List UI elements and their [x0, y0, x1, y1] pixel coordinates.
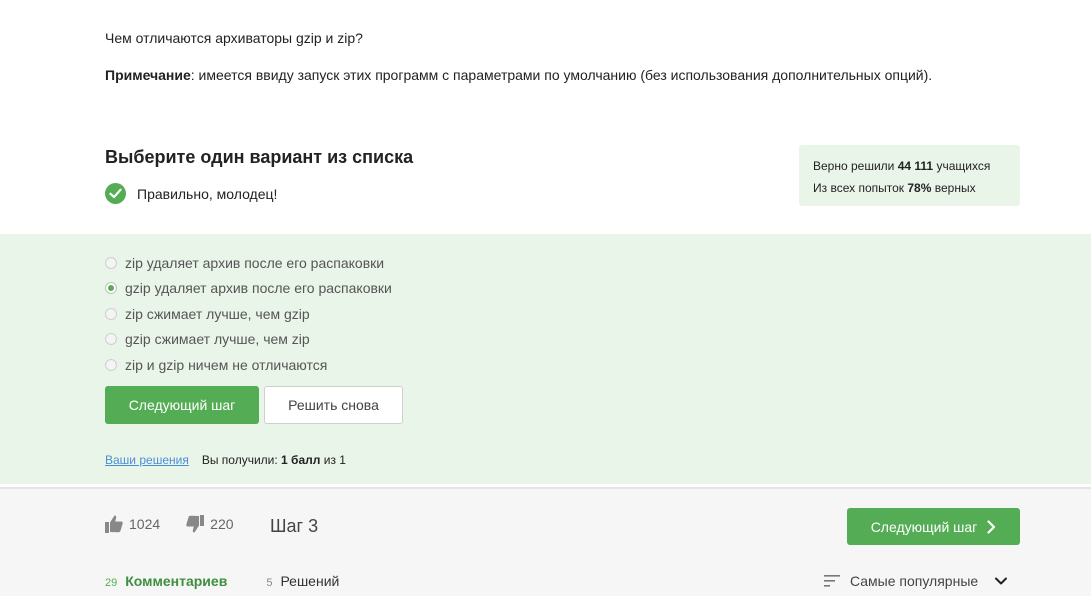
question-note: Примечание: имеется ввиду запуск этих пр…: [105, 67, 1005, 83]
stats-attempts-percent: 78%: [907, 181, 932, 195]
solutions-count: 5: [266, 577, 273, 589]
solutions-label: Решений: [280, 573, 340, 589]
step-label: Шаг 3: [270, 516, 319, 536]
radio-button-checked[interactable]: [105, 282, 117, 295]
thumbs-down-icon: [186, 515, 205, 533]
sort-dropdown[interactable]: Самые популярные: [824, 573, 1008, 589]
option-item[interactable]: gzip сжимает лучше, чем zip: [105, 327, 392, 353]
option-label: zip и gzip ничем не отличаются: [125, 356, 328, 373]
radio-button[interactable]: [105, 333, 117, 346]
comments-count: 29: [105, 577, 118, 589]
like-count: 1024: [129, 516, 161, 532]
check-icon: [105, 183, 126, 204]
stats-attempts-suffix: верных: [934, 181, 976, 195]
comments-label: Комментариев: [125, 573, 228, 589]
sort-icon: [824, 575, 840, 587]
chevron-down-icon: [995, 577, 1008, 585]
note-label: Примечание: [105, 67, 191, 83]
stats-attempts-prefix: Из всех попыток: [813, 181, 905, 195]
option-label: gzip удаляет архив после его распаковки: [125, 280, 392, 297]
tab-solutions[interactable]: 5 Решений: [266, 573, 339, 589]
discussion-tabs: 29 Комментариев 5 Решений: [105, 573, 339, 589]
radio-button[interactable]: [105, 256, 117, 269]
stats-solved-count: 44 111: [897, 159, 934, 173]
feedback-row: Правильно, молодец!: [105, 183, 277, 204]
option-label: gzip сжимает лучше, чем zip: [125, 331, 310, 348]
retry-button[interactable]: Решить снова: [264, 386, 403, 424]
stats-solved: Верно решили 44 111 учащихся: [813, 155, 1006, 177]
thumbs-up-icon: [105, 515, 123, 533]
feedback-text: Правильно, молодец!: [137, 185, 278, 202]
score-text: Вы получили: 1 балл из 1: [202, 453, 346, 467]
option-label: zip удаляет архив после его распаковки: [125, 254, 385, 271]
option-item[interactable]: gzip удаляет архив после его распаковки: [105, 276, 392, 302]
reactions: 1024 220: [105, 515, 234, 533]
next-step-button[interactable]: Следующий шаг: [105, 386, 259, 424]
tab-comments[interactable]: 29 Комментариев: [105, 573, 227, 589]
dislike-count: 220: [210, 516, 234, 532]
question-block: Чем отличаются архиваторы gzip и zip? Пр…: [105, 30, 1005, 83]
sort-label: Самые популярные: [850, 573, 979, 589]
result-line: Ваши решения Вы получили: 1 балл из 1: [105, 453, 346, 467]
radio-button[interactable]: [105, 358, 117, 371]
stats-solved-suffix: учащихся: [936, 159, 991, 173]
score-prefix: Вы получили:: [201, 453, 278, 467]
option-item[interactable]: zip и gzip ничем не отличаются: [105, 352, 392, 378]
score-value: 1 балл: [281, 453, 321, 467]
like-button[interactable]: 1024: [105, 515, 160, 533]
next-step-bottom-label: Следующий шаг: [870, 518, 978, 535]
stats-box: Верно решили 44 111 учащихся Из всех поп…: [799, 145, 1020, 206]
next-step-bottom-button[interactable]: Следующий шаг: [847, 508, 1020, 545]
option-item[interactable]: zip сжимает лучше, чем gzip: [105, 301, 392, 327]
stats-solved-prefix: Верно решили: [813, 159, 895, 173]
score-suffix: из 1: [323, 453, 346, 467]
option-label: zip сжимает лучше, чем gzip: [125, 305, 310, 322]
chevron-right-icon: [987, 519, 996, 534]
radio-button[interactable]: [105, 307, 117, 320]
your-solutions-link[interactable]: Ваши решения: [105, 453, 189, 467]
task-title: Выберите один вариант из списка: [105, 147, 414, 167]
bottom-bar: 1024 220 Шаг 3 Следующий шаг 29 Комментар…: [0, 489, 1091, 596]
note-text: : имеется ввиду запуск этих программ с п…: [190, 67, 933, 83]
stats-attempts: Из всех попыток 78% верных: [813, 177, 1006, 199]
option-item[interactable]: zip удаляет архив после его распаковки: [105, 250, 392, 276]
question-text: Чем отличаются архиваторы gzip и zip?: [105, 30, 363, 46]
answer-panel: zip удаляет архив после его распаковки g…: [0, 234, 1091, 484]
dislike-button[interactable]: 220: [186, 515, 234, 533]
options-list: zip удаляет архив после его распаковки g…: [105, 250, 392, 378]
